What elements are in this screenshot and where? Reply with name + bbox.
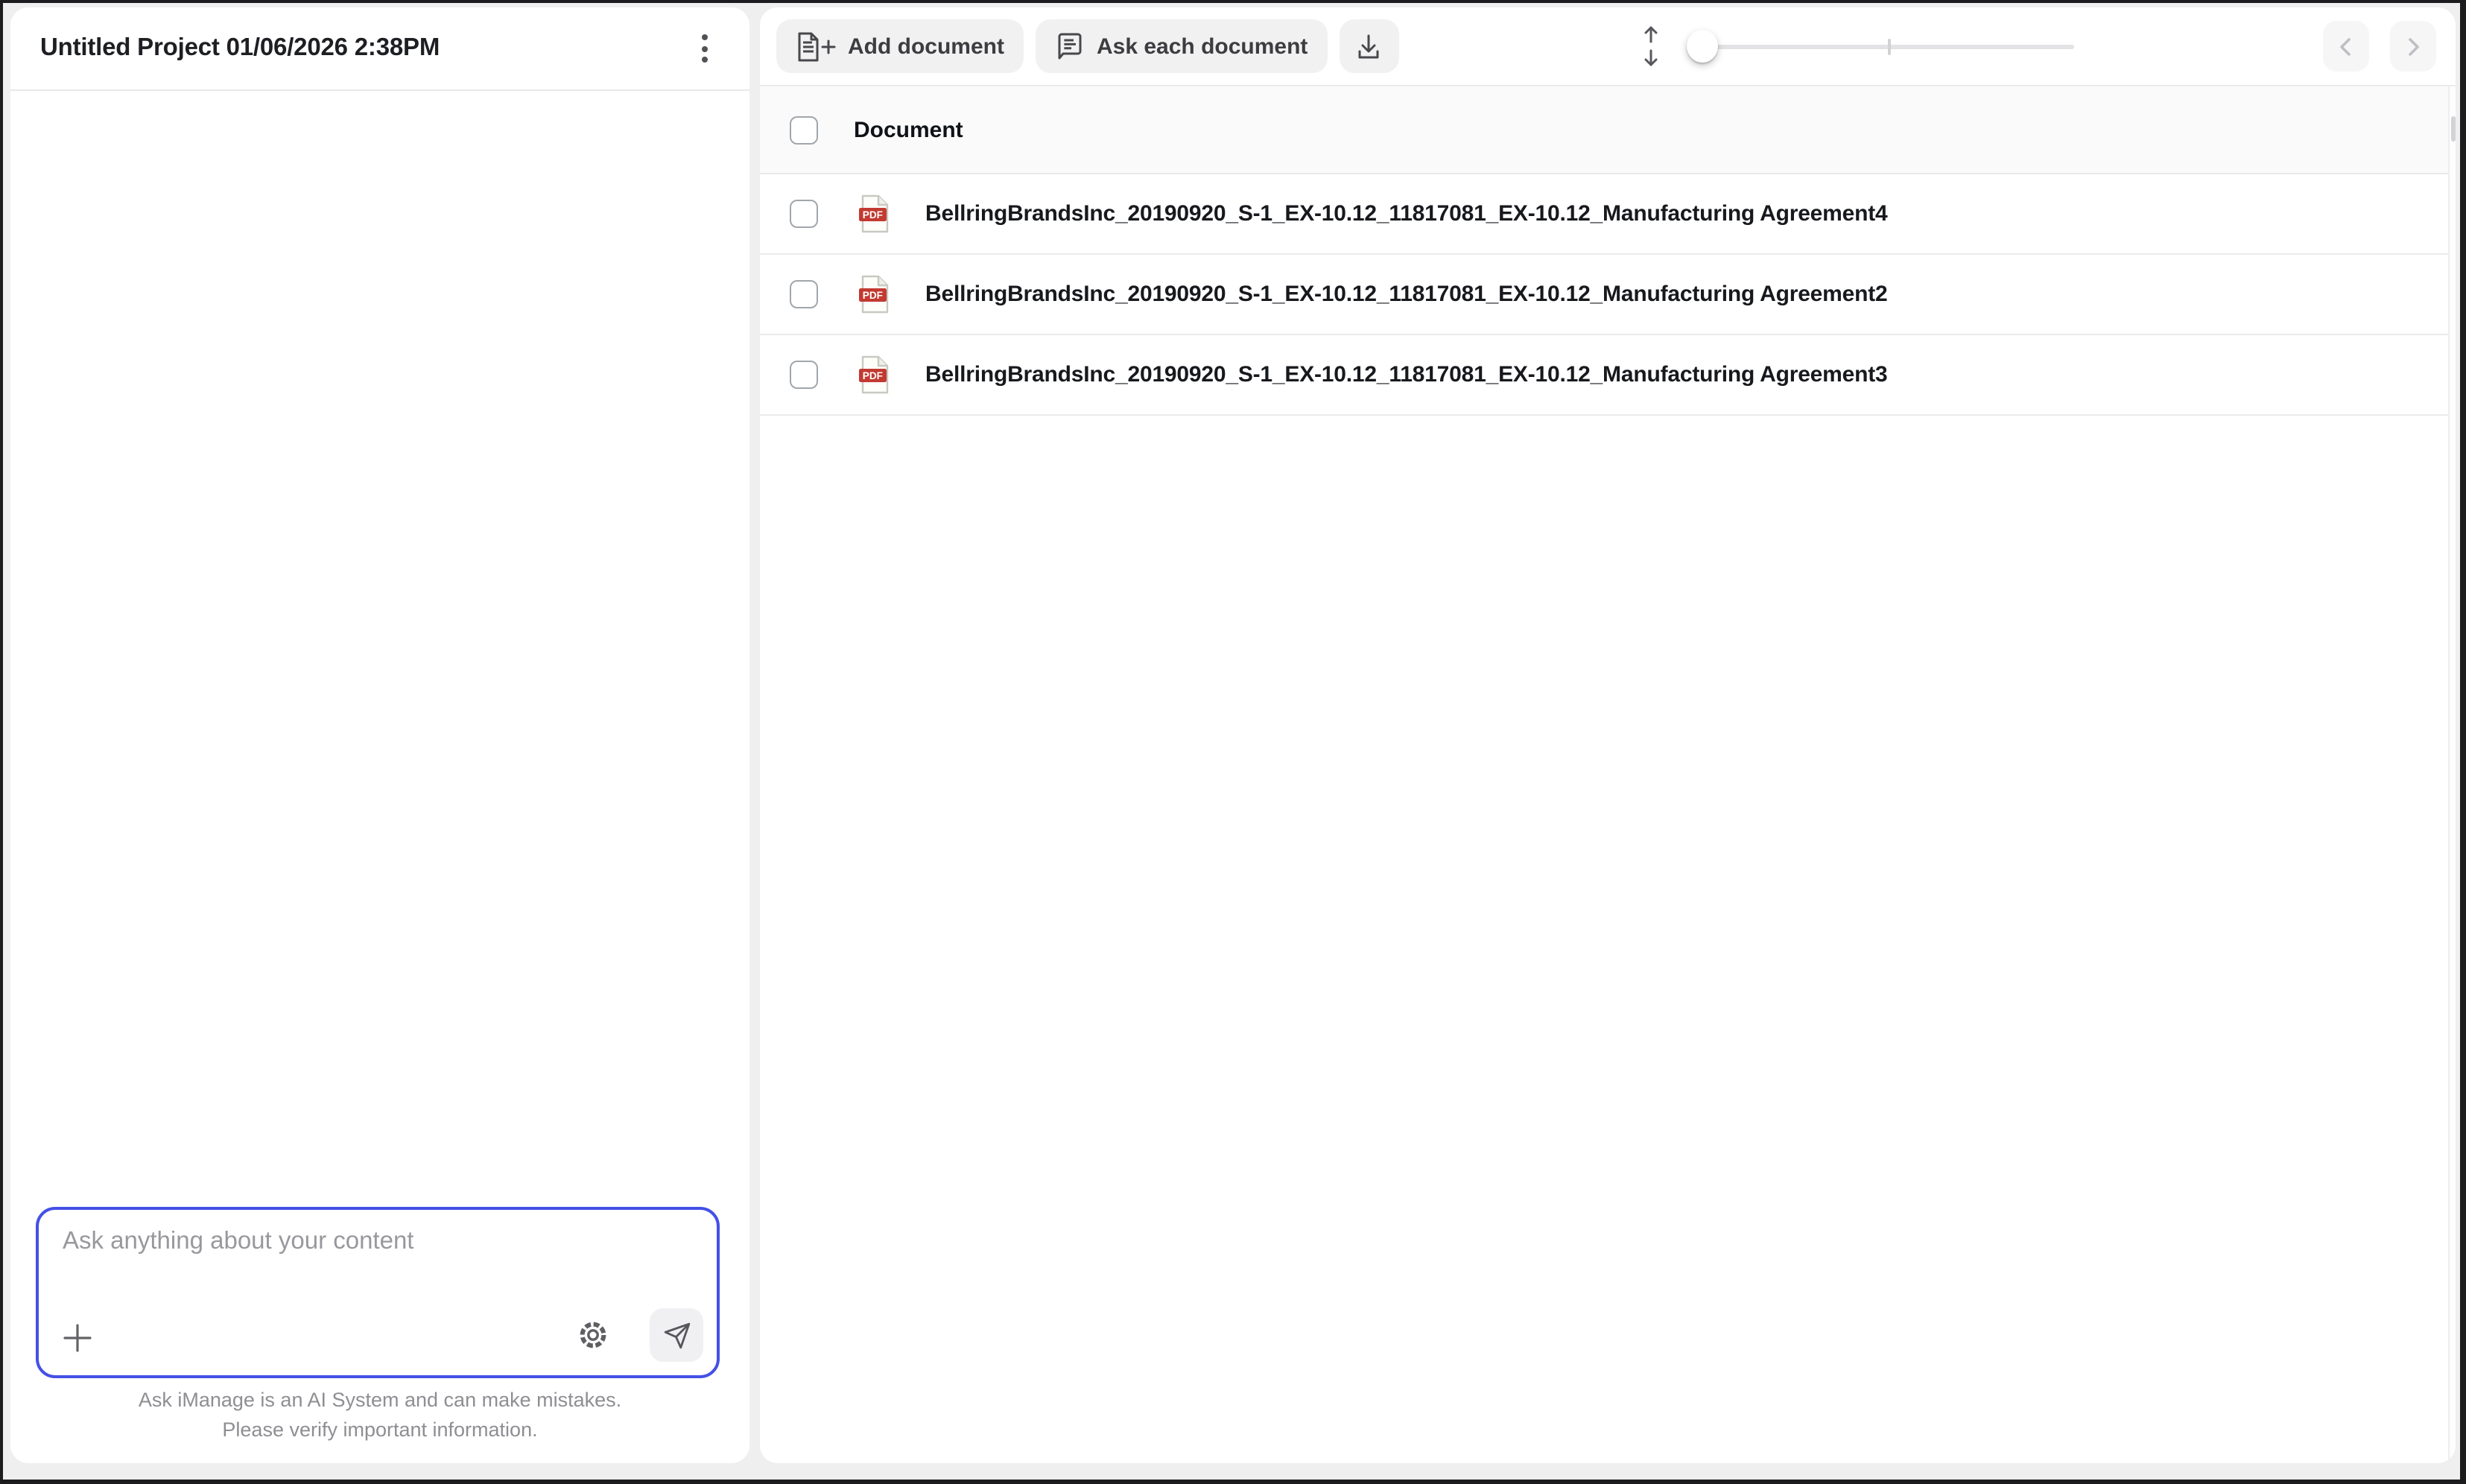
paper-plane-icon <box>662 1321 691 1349</box>
svg-text:PDF: PDF <box>863 290 883 301</box>
previous-page-button[interactable] <box>2323 21 2369 72</box>
chat-composer <box>36 1207 720 1378</box>
row-height-icon[interactable] <box>1640 24 1661 69</box>
chat-panel-header: Untitled Project 01/06/2026 2:38PM <box>10 7 749 91</box>
documents-toolbar: Add document Ask each document <box>760 7 2456 86</box>
pdf-file-icon: PDF <box>858 274 891 314</box>
kebab-menu-icon[interactable] <box>696 28 714 69</box>
add-document-label: Add document <box>848 34 1004 59</box>
zoom-slider[interactable] <box>1701 30 2073 63</box>
vertical-scrollbar <box>2448 86 2456 1463</box>
document-plus-icon <box>796 31 836 62</box>
chat-input[interactable] <box>63 1228 693 1296</box>
table-row[interactable]: PDF BellringBrandsInc_20190920_S-1_EX-10… <box>760 174 2456 255</box>
download-button[interactable] <box>1339 19 1398 73</box>
ai-disclaimer: Ask iManage is an AI System and can make… <box>10 1386 749 1444</box>
ai-disclaimer-line1: Ask iManage is an AI System and can make… <box>10 1386 749 1415</box>
row-checkbox[interactable] <box>790 361 818 389</box>
next-page-button[interactable] <box>2390 21 2436 72</box>
row-checkbox[interactable] <box>790 280 818 308</box>
table-row[interactable]: PDF BellringBrandsInc_20190920_S-1_EX-10… <box>760 335 2456 416</box>
gear-icon[interactable] <box>577 1319 609 1351</box>
ai-disclaimer-line2: Please verify important information. <box>10 1415 749 1444</box>
chevron-left-icon <box>2335 35 2357 57</box>
scrollbar-thumb[interactable] <box>2450 116 2456 142</box>
document-column-header: Document <box>854 117 963 142</box>
project-title: Untitled Project 01/06/2026 2:38PM <box>40 34 440 63</box>
document-name[interactable]: BellringBrandsInc_20190920_S-1_EX-10.12_… <box>925 362 1888 387</box>
select-all-checkbox[interactable] <box>790 115 818 144</box>
pdf-file-icon: PDF <box>858 194 891 234</box>
table-header-row: Document <box>760 86 2456 174</box>
table-row[interactable]: PDF BellringBrandsInc_20190920_S-1_EX-10… <box>760 255 2456 335</box>
attach-plus-icon[interactable] <box>60 1320 95 1356</box>
send-button[interactable] <box>650 1308 703 1362</box>
document-name[interactable]: BellringBrandsInc_20190920_S-1_EX-10.12_… <box>925 282 1888 307</box>
zoom-slider-thumb[interactable] <box>1686 30 1717 63</box>
chevron-right-icon <box>2402 35 2424 57</box>
row-checkbox[interactable] <box>790 200 818 228</box>
documents-panel: Add document Ask each document <box>760 7 2456 1463</box>
chat-panel: Untitled Project 01/06/2026 2:38PM <box>10 7 749 1463</box>
app-window: Untitled Project 01/06/2026 2:38PM <box>0 0 2466 1484</box>
svg-text:PDF: PDF <box>863 370 883 381</box>
ask-each-document-button[interactable]: Ask each document <box>1036 19 1327 73</box>
add-document-button[interactable]: Add document <box>776 19 1024 73</box>
pdf-file-icon: PDF <box>858 355 891 395</box>
ask-each-document-label: Ask each document <box>1097 34 1308 59</box>
chat-bubble-icon <box>1055 31 1085 61</box>
document-name[interactable]: BellringBrandsInc_20190920_S-1_EX-10.12_… <box>925 201 1888 226</box>
download-icon <box>1354 32 1383 60</box>
svg-text:PDF: PDF <box>863 209 883 221</box>
zoom-slider-midpoint-tick <box>1887 38 1891 54</box>
